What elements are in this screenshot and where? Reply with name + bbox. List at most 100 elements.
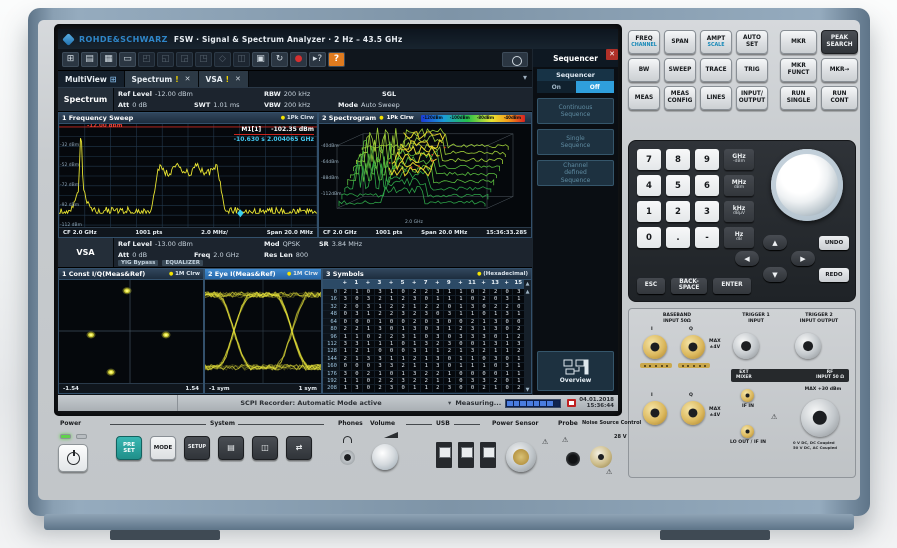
- trig-button[interactable]: TRIG: [736, 58, 768, 82]
- tab-vsa[interactable]: VSA ! ✕: [199, 71, 249, 87]
- run-single-button[interactable]: RUN SINGLE: [780, 86, 817, 110]
- mode-button[interactable]: MODE: [150, 436, 176, 460]
- scpi-recorder-status[interactable]: SCPI Recorder: Automatic Mode active: [178, 399, 444, 407]
- screenshot-camera-button[interactable]: [502, 52, 528, 67]
- trace-button[interactable]: TRACE: [700, 58, 732, 82]
- key-0[interactable]: 0: [637, 227, 661, 248]
- trigger1-connector[interactable]: [733, 333, 759, 359]
- lines-button[interactable]: LINES: [700, 86, 732, 110]
- undo-button[interactable]: UNDO: [819, 236, 849, 250]
- ampt-button[interactable]: AMPTSCALE: [700, 30, 732, 54]
- tab-list-dropdown[interactable]: ▾: [518, 71, 532, 87]
- usb-port[interactable]: [458, 442, 474, 468]
- esc-button[interactable]: ESC: [637, 278, 665, 294]
- help-pointer-icon[interactable]: ▸?: [309, 52, 326, 67]
- unit-key-hz[interactable]: HzdB: [724, 227, 754, 248]
- status-dropdown-icon[interactable]: ▾: [448, 399, 451, 407]
- symbols-scrollbar[interactable]: ▲▼: [524, 289, 531, 393]
- usb-port[interactable]: [436, 442, 452, 468]
- tab-multiview[interactable]: MultiView ⊞: [58, 71, 125, 87]
- spectrogram-title-bar[interactable]: 2 Spectrogram ●1Pk Clrw -120dBm-100dBm-8…: [319, 113, 531, 124]
- vsa-channel-label[interactable]: VSA: [58, 238, 114, 267]
- tab-spectrum[interactable]: Spectrum ! ✕: [125, 71, 199, 87]
- volume-knob[interactable]: [372, 444, 398, 470]
- refresh-icon[interactable]: ↻: [271, 52, 288, 67]
- keyboard-button[interactable]: ▤: [218, 436, 244, 460]
- mkr-funct-button[interactable]: MKR FUNCT: [780, 58, 817, 82]
- unit-key-ghz[interactable]: GHz-dBm: [724, 149, 754, 170]
- scpi-record-icon[interactable]: ●: [290, 52, 307, 67]
- power-sensor-connector[interactable]: [506, 442, 536, 472]
- swap-window-button[interactable]: ⇄: [286, 436, 312, 460]
- multiview-layout-icon[interactable]: ⊞: [62, 52, 79, 67]
- frequency-sweep-title-bar[interactable]: 1 Frequency Sweep 1Pk Clrw: [59, 113, 317, 124]
- spectrum-channel-label[interactable]: Spectrum: [58, 88, 114, 111]
- close-icon[interactable]: ✕: [606, 49, 618, 60]
- mkr-button[interactable]: MKR: [780, 30, 817, 54]
- close-tab-icon[interactable]: ✕: [185, 75, 191, 83]
- scroll-up-icon[interactable]: ▲: [524, 280, 531, 289]
- sequencer-on-button[interactable]: On: [537, 81, 576, 93]
- print-icon[interactable]: ▭: [119, 52, 136, 67]
- usb-port[interactable]: [480, 442, 496, 468]
- softkey-channel-defined-sequence[interactable]: Channel defined Sequence: [537, 160, 614, 186]
- marker-tool-icon[interactable]: ◳: [195, 52, 212, 67]
- unit-key-mhz[interactable]: MHzdBm: [724, 175, 754, 196]
- delta-marker-icon[interactable]: ◇: [214, 52, 231, 67]
- preset-button[interactable]: PRE SET: [116, 436, 142, 460]
- left-arrow-key[interactable]: ◀: [735, 251, 759, 266]
- zoom-area-icon[interactable]: ◰: [138, 52, 155, 67]
- zoom-in-icon[interactable]: ◱: [157, 52, 174, 67]
- meas-button[interactable]: MEAS: [628, 86, 660, 110]
- fullscreen-icon[interactable]: ▣: [252, 52, 269, 67]
- display-button[interactable]: ◫: [252, 436, 278, 460]
- if-in-connector[interactable]: [741, 389, 754, 402]
- redo-button[interactable]: REDO: [819, 268, 849, 282]
- symbols-title-bar[interactable]: 3 Symbols (Hexadecimal): [323, 269, 531, 280]
- freq-button[interactable]: FREQCHANNEL: [628, 30, 660, 54]
- bw-button[interactable]: BW: [628, 58, 660, 82]
- meas-config-button[interactable]: MEAS CONFIG: [664, 86, 696, 110]
- trigger2-connector[interactable]: [795, 333, 821, 359]
- up-arrow-key[interactable]: ▲: [763, 235, 787, 250]
- probe-connector[interactable]: [566, 452, 580, 466]
- rotary-knob[interactable]: [771, 149, 843, 221]
- zoom-off-icon[interactable]: ◲: [176, 52, 193, 67]
- unit-key-khz[interactable]: kHzdBµV: [724, 201, 754, 222]
- baseband-i1-connector[interactable]: [643, 335, 667, 359]
- help-icon[interactable]: ?: [328, 52, 345, 67]
- constellation-title-bar[interactable]: 1 Const I/Q(Meas&Ref) 1M Clrw: [59, 269, 203, 280]
- key-2[interactable]: 2: [666, 201, 690, 222]
- backspace-button[interactable]: BACK- SPACE: [671, 278, 707, 294]
- rf-input-connector[interactable]: [801, 399, 839, 437]
- input-output-button[interactable]: INPUT/ OUTPUT: [736, 86, 768, 110]
- auto-set-button[interactable]: AUTO SET: [736, 30, 768, 54]
- eye-diagram-title-bar[interactable]: 2 Eye I(Meas&Ref) 1M Clrw: [205, 269, 321, 280]
- key-7[interactable]: 7: [637, 149, 661, 170]
- softkey-continuous-sequence[interactable]: Continuous Sequence: [537, 98, 614, 124]
- key-9[interactable]: 9: [695, 149, 719, 170]
- key-8[interactable]: 8: [666, 149, 690, 170]
- baseband-q1-connector[interactable]: [681, 335, 705, 359]
- key-6[interactable]: 6: [695, 175, 719, 196]
- softkey-single-sequence[interactable]: Single Sequence: [537, 129, 614, 155]
- close-tab-icon[interactable]: ✕: [235, 75, 241, 83]
- sweep-button[interactable]: SWEEP: [664, 58, 696, 82]
- sequencer-off-button[interactable]: Off: [576, 81, 615, 93]
- overview-button[interactable]: Overview: [537, 351, 614, 391]
- key-4[interactable]: 4: [637, 175, 661, 196]
- key-1[interactable]: 1: [637, 201, 661, 222]
- span-button[interactable]: SPAN: [664, 30, 696, 54]
- mkr-to-button[interactable]: MKR→: [821, 58, 858, 82]
- key-minus[interactable]: -: [695, 227, 719, 248]
- setup-button[interactable]: SETUP: [184, 436, 210, 460]
- open-file-icon[interactable]: ▤: [81, 52, 98, 67]
- trace-tool-icon[interactable]: ◫: [233, 52, 250, 67]
- key-dot[interactable]: .: [666, 227, 690, 248]
- key-3[interactable]: 3: [695, 201, 719, 222]
- lo-out-connector[interactable]: [741, 425, 754, 438]
- phones-jack[interactable]: [340, 450, 355, 465]
- power-button[interactable]: [58, 444, 88, 472]
- noise-source-connector[interactable]: [590, 446, 612, 468]
- key-5[interactable]: 5: [666, 175, 690, 196]
